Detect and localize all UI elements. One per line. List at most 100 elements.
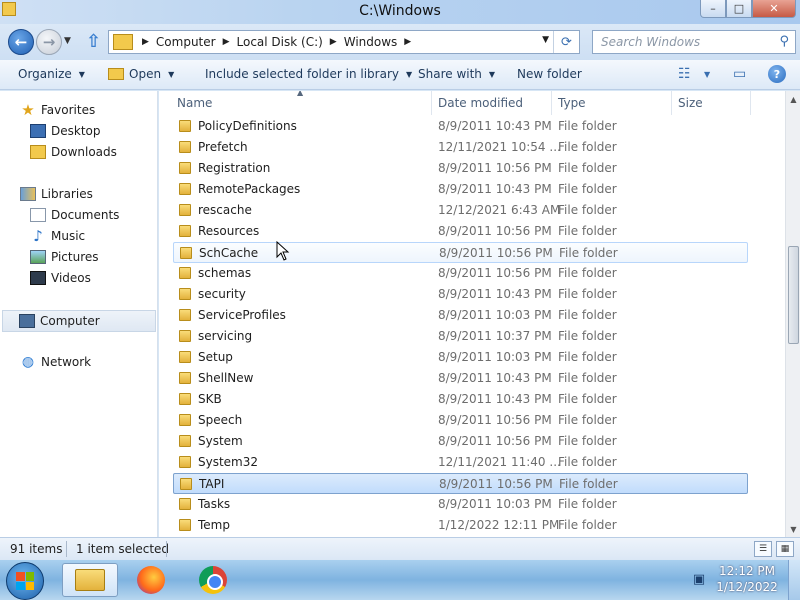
file-list: ▲ Name Date modified Type Size PolicyDef… [159, 91, 785, 537]
column-size[interactable]: Size [678, 96, 703, 110]
search-input[interactable]: Search Windows ⚲ [592, 30, 796, 54]
file-row[interactable]: ServiceProfiles 8/9/2011 10:03 PM File fol… [173, 305, 748, 326]
file-type: File folder [558, 308, 617, 322]
refresh-icon[interactable]: ⟳ [553, 31, 579, 53]
column-divider[interactable] [750, 91, 751, 115]
help-button[interactable]: ? [768, 65, 786, 83]
file-row[interactable]: RemotePackages 8/9/2011 10:43 PM File fold… [173, 179, 748, 200]
column-date-modified[interactable]: Date modified [438, 96, 523, 110]
include-in-library-button[interactable]: Include selected folder in library ▼ [205, 67, 412, 81]
window-title: C:\Windows [359, 3, 441, 19]
folder-icon [179, 288, 191, 300]
file-date-modified: 12/12/2021 6:43 AM [438, 203, 561, 217]
address-history-dropdown[interactable]: ▼ [542, 35, 549, 45]
file-type: File folder [559, 477, 618, 491]
open-button[interactable]: Open ▼ [108, 67, 174, 81]
new-folder-button[interactable]: New folder [517, 67, 582, 81]
network-tray-icon[interactable]: ▣ [690, 570, 708, 588]
file-row[interactable]: Prefetch 12/11/2021 10:54 ... File folder [173, 137, 748, 158]
file-row[interactable]: System 8/9/2011 10:56 PM File folder [173, 431, 748, 452]
file-row[interactable]: servicing 8/9/2011 10:37 PM File folder [173, 326, 748, 347]
file-date-modified: 8/9/2011 10:56 PM [438, 224, 552, 238]
nav-music[interactable]: ♪ Music [30, 227, 86, 245]
file-row[interactable]: TAPI 8/9/2011 10:56 PM File folder [173, 473, 748, 494]
show-desktop-button[interactable] [788, 560, 800, 600]
file-row[interactable]: Resources 8/9/2011 10:56 PM File folder [173, 221, 748, 242]
file-row[interactable]: Setup 8/9/2011 10:03 PM File folder [173, 347, 748, 368]
scrollbar-thumb[interactable] [788, 246, 799, 344]
share-with-button[interactable]: Share with ▼ [418, 67, 495, 81]
nav-libraries[interactable]: Libraries [20, 187, 93, 201]
close-button[interactable]: ✕ [752, 0, 796, 18]
nav-downloads[interactable]: Downloads [30, 145, 117, 159]
nav-documents[interactable]: Documents [30, 208, 119, 222]
maximize-button[interactable]: □ [726, 0, 752, 18]
file-row[interactable]: System32 12/11/2021 11:40 ... File folder [173, 452, 748, 473]
star-icon: ★ [21, 101, 35, 119]
file-name: SKB [198, 392, 222, 406]
view-options-icon[interactable]: ☷ [678, 66, 691, 82]
file-date-modified: 8/9/2011 10:03 PM [438, 308, 552, 322]
details-view-icon[interactable]: ☰ [754, 541, 772, 557]
folder-icon [179, 309, 191, 321]
nav-computer[interactable]: Computer [2, 310, 156, 332]
file-row[interactable]: ShellNew 8/9/2011 10:43 PM File folder [173, 368, 748, 389]
taskbar-explorer[interactable] [62, 563, 118, 597]
file-row[interactable]: Speech 8/9/2011 10:56 PM File folder [173, 410, 748, 431]
forward-button[interactable]: → [36, 29, 62, 55]
file-row[interactable]: SKB 8/9/2011 10:43 PM File folder [173, 389, 748, 410]
status-divider [66, 541, 67, 557]
folder-icon [179, 393, 191, 405]
large-icons-view-icon[interactable]: ▦ [776, 541, 794, 557]
organize-button[interactable]: Organize ▼ [18, 67, 85, 81]
nav-pictures[interactable]: Pictures [30, 250, 99, 264]
file-row[interactable]: SchCache 8/9/2011 10:56 PM File folder [173, 242, 748, 263]
column-divider[interactable] [551, 91, 552, 115]
breadcrumb-computer[interactable]: Computer [156, 35, 216, 49]
column-divider[interactable] [671, 91, 672, 115]
file-date-modified: 8/9/2011 10:43 PM [438, 371, 552, 385]
nav-desktop[interactable]: Desktop [30, 124, 101, 138]
file-row[interactable]: Registration 8/9/2011 10:56 PM File folder [173, 158, 748, 179]
breadcrumb-chevron-icon[interactable]: ▶ [142, 37, 149, 47]
up-arrow-icon[interactable]: ⇧ [86, 31, 101, 52]
breadcrumb-chevron-icon[interactable]: ▶ [223, 37, 230, 47]
breadcrumb-chevron-icon[interactable]: ▶ [330, 37, 337, 47]
taskbar-chrome[interactable] [196, 563, 230, 597]
nav-music-label: Music [51, 229, 86, 243]
nav-network[interactable]: ◍ Network [20, 354, 91, 370]
status-bar: 91 items 1 item selected ☰ ▦ [0, 537, 800, 560]
file-date-modified: 12/11/2021 10:54 ... [438, 140, 561, 154]
folder-icon [179, 120, 191, 132]
chevron-down-icon[interactable]: ▼ [704, 70, 710, 79]
file-row[interactable]: PolicyDefinitions 8/9/2011 10:43 PM File f… [173, 116, 748, 137]
column-divider[interactable] [431, 91, 432, 115]
vertical-scrollbar[interactable]: ▲ ▼ [785, 91, 800, 537]
taskbar-firefox[interactable] [134, 563, 168, 597]
file-row[interactable]: Temp 1/12/2022 12:11 PM File folder [173, 515, 748, 536]
preview-pane-icon[interactable]: ▭ [733, 66, 746, 82]
file-name: System32 [198, 455, 259, 469]
breadcrumb-windows[interactable]: Windows [344, 35, 398, 49]
breadcrumb-local-disk[interactable]: Local Disk (C:) [237, 35, 323, 49]
minimize-button[interactable]: – [700, 0, 726, 18]
taskbar-clock[interactable]: 12:12 PM 1/12/2022 [712, 563, 782, 595]
column-type[interactable]: Type [558, 96, 586, 110]
start-button[interactable] [6, 562, 44, 600]
search-icon[interactable]: ⚲ [779, 34, 789, 49]
breadcrumb-chevron-icon[interactable]: ▶ [404, 37, 411, 47]
address-bar[interactable]: ▶ Computer ▶ Local Disk (C:) ▶ Windows ▶… [108, 30, 580, 54]
back-button[interactable]: ← [8, 29, 34, 55]
recent-pages-dropdown[interactable]: ▼ [64, 36, 71, 46]
scroll-down-arrow-icon[interactable]: ▼ [786, 521, 800, 537]
file-row[interactable]: Tasks 8/9/2011 10:03 PM File folder [173, 494, 748, 515]
nav-videos[interactable]: Videos [30, 271, 91, 285]
scroll-up-arrow-icon[interactable]: ▲ [786, 91, 800, 107]
file-row[interactable]: schemas 8/9/2011 10:56 PM File folder [173, 263, 748, 284]
file-row[interactable]: security 8/9/2011 10:43 PM File folder [173, 284, 748, 305]
address-row: ← → ▼ ⇧ ▶ Computer ▶ Local Disk (C:) ▶ W… [0, 24, 800, 60]
file-row[interactable]: rescache 12/12/2021 6:43 AM File folder [173, 200, 748, 221]
column-name[interactable]: Name [177, 96, 212, 110]
nav-favorites[interactable]: ★ Favorites [20, 101, 95, 119]
file-type: File folder [558, 287, 617, 301]
